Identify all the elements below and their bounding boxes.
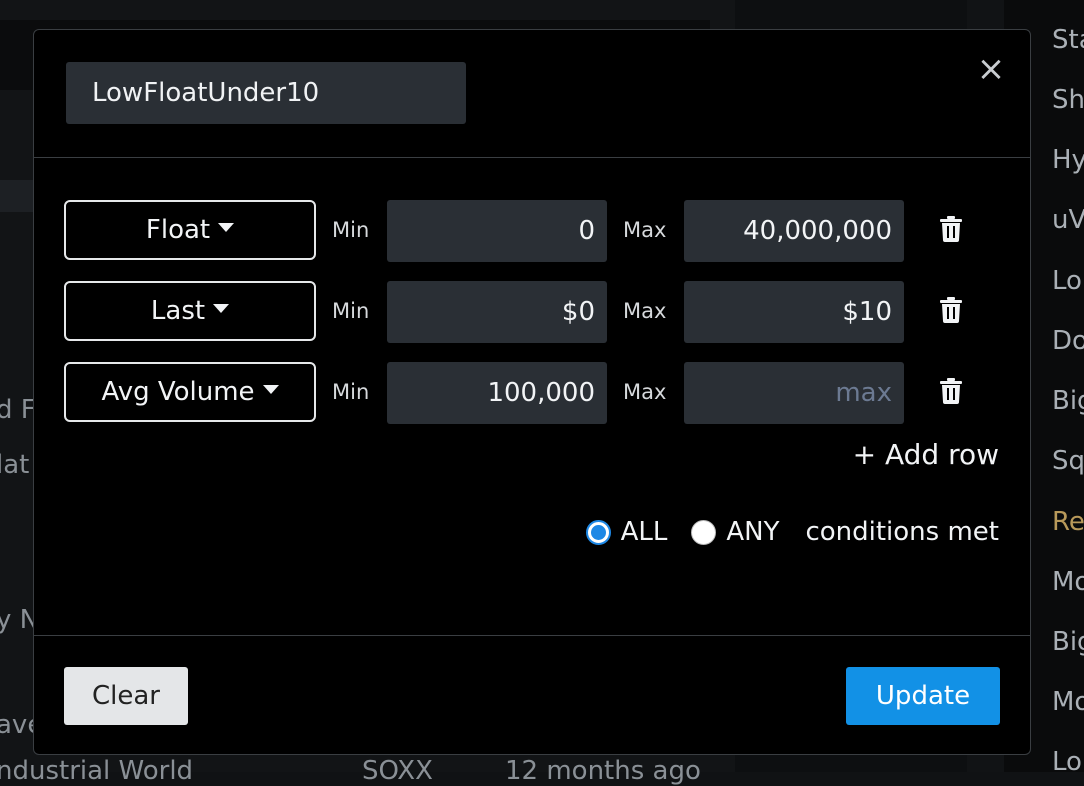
filter-row: Float Min 0 Max 40,000,000 bbox=[64, 200, 984, 260]
background-fragment: 12 months ago bbox=[505, 756, 701, 786]
condition-all-option[interactable]: ALL bbox=[586, 517, 668, 547]
sidebar-item[interactable]: Mo bbox=[1052, 567, 1084, 597]
sidebar-item[interactable]: Sh bbox=[1052, 85, 1084, 115]
filter-dialog: LowFloatUnder10 × Float Min 0 Max 40,000… bbox=[33, 29, 1031, 755]
sidebar-item[interactable]: Re bbox=[1052, 507, 1084, 537]
clear-button[interactable]: Clear bbox=[64, 667, 188, 725]
filter-name-input[interactable]: LowFloatUnder10 bbox=[66, 62, 466, 124]
field-dropdown[interactable]: Avg Volume bbox=[64, 362, 316, 422]
trash-icon[interactable] bbox=[940, 378, 962, 404]
condition-all-label: ALL bbox=[621, 517, 668, 547]
min-input[interactable]: 100,000 bbox=[387, 362, 607, 424]
add-row-button[interactable]: + Add row bbox=[853, 438, 999, 471]
max-input[interactable]: max bbox=[684, 362, 904, 424]
conditions-met-label: conditions met bbox=[805, 517, 999, 547]
trash-icon[interactable] bbox=[940, 297, 962, 323]
min-input[interactable]: 0 bbox=[387, 200, 607, 262]
field-dropdown-label: Float bbox=[146, 215, 210, 245]
sidebar-item[interactable]: Big bbox=[1052, 386, 1084, 416]
field-dropdown[interactable]: Float bbox=[64, 200, 316, 260]
radio-all[interactable] bbox=[586, 520, 611, 545]
field-dropdown-label: Last bbox=[151, 296, 205, 326]
background-fragment: ndustrial World bbox=[0, 756, 193, 786]
dialog-header: LowFloatUnder10 × bbox=[34, 30, 1030, 158]
background-fragment: d F bbox=[0, 395, 36, 425]
field-dropdown-label: Avg Volume bbox=[101, 377, 254, 407]
min-label: Min bbox=[332, 200, 369, 260]
max-input[interactable]: 40,000,000 bbox=[684, 200, 904, 262]
radio-any[interactable] bbox=[691, 520, 716, 545]
max-input[interactable]: $10 bbox=[684, 281, 904, 343]
field-dropdown[interactable]: Last bbox=[64, 281, 316, 341]
sidebar-item[interactable]: Lo bbox=[1052, 747, 1082, 772]
sidebar-item[interactable]: Big bbox=[1052, 627, 1084, 657]
min-label: Min bbox=[332, 281, 369, 341]
sidebar-item[interactable]: uV bbox=[1052, 205, 1084, 235]
filter-row: Avg Volume Min 100,000 Max max bbox=[64, 362, 984, 422]
condition-selector: ALL ANY conditions met bbox=[586, 514, 999, 550]
caret-down-icon bbox=[213, 304, 229, 313]
background-fragment: SOXX bbox=[362, 756, 433, 786]
max-label: Max bbox=[623, 362, 666, 422]
condition-any-label: ANY bbox=[726, 517, 779, 547]
condition-any-option[interactable]: ANY bbox=[691, 517, 779, 547]
background-fragment: lat bbox=[0, 450, 29, 480]
max-label: Max bbox=[623, 200, 666, 260]
min-input[interactable]: $0 bbox=[387, 281, 607, 343]
sidebar-item[interactable]: Sta bbox=[1052, 25, 1084, 55]
sidebar-item[interactable]: Mo bbox=[1052, 687, 1084, 717]
trash-icon[interactable] bbox=[940, 216, 962, 242]
caret-down-icon bbox=[218, 223, 234, 232]
min-label: Min bbox=[332, 362, 369, 422]
filter-row: Last Min $0 Max $10 bbox=[64, 281, 984, 341]
dialog-footer: Clear Update bbox=[34, 635, 1030, 755]
caret-down-icon bbox=[263, 385, 279, 394]
sidebar-item[interactable]: Hy bbox=[1052, 145, 1084, 175]
update-button[interactable]: Update bbox=[846, 667, 1000, 725]
max-label: Max bbox=[623, 281, 666, 341]
sidebar-item[interactable]: Do bbox=[1052, 326, 1084, 356]
sidebar-item[interactable]: Sq bbox=[1052, 446, 1084, 476]
sidebar-item[interactable]: Lo bbox=[1052, 266, 1082, 296]
close-icon[interactable]: × bbox=[976, 54, 1006, 84]
